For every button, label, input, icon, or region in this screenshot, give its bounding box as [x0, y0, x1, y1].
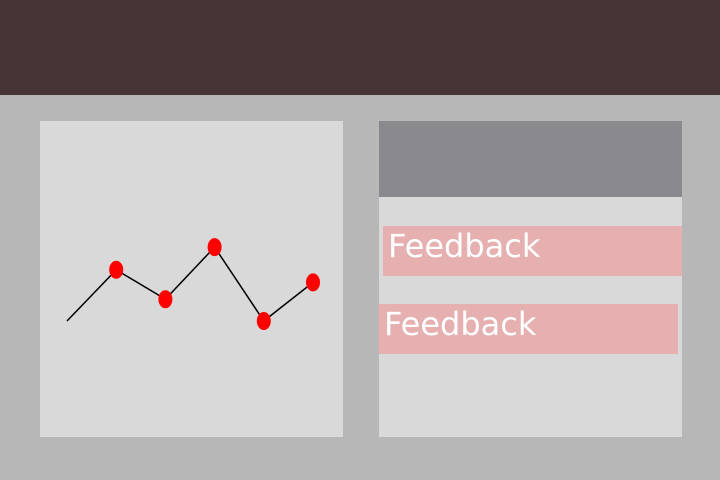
feedback-panel: Feedback Feedback [379, 121, 682, 437]
feedback-button-1[interactable]: Feedback [383, 226, 682, 276]
chart-point-1 [109, 260, 124, 279]
chart-point-3 [207, 238, 222, 257]
top-bar [0, 0, 720, 95]
chart-panel [40, 121, 343, 437]
feedback-panel-header [379, 121, 682, 197]
chart-point-4 [256, 312, 271, 330]
chart-point-5 [306, 273, 320, 292]
chart-series-line [66, 245, 314, 323]
chart-point-2 [158, 290, 173, 309]
feedback-button-2[interactable]: Feedback [379, 304, 678, 354]
line-chart [66, 238, 320, 330]
